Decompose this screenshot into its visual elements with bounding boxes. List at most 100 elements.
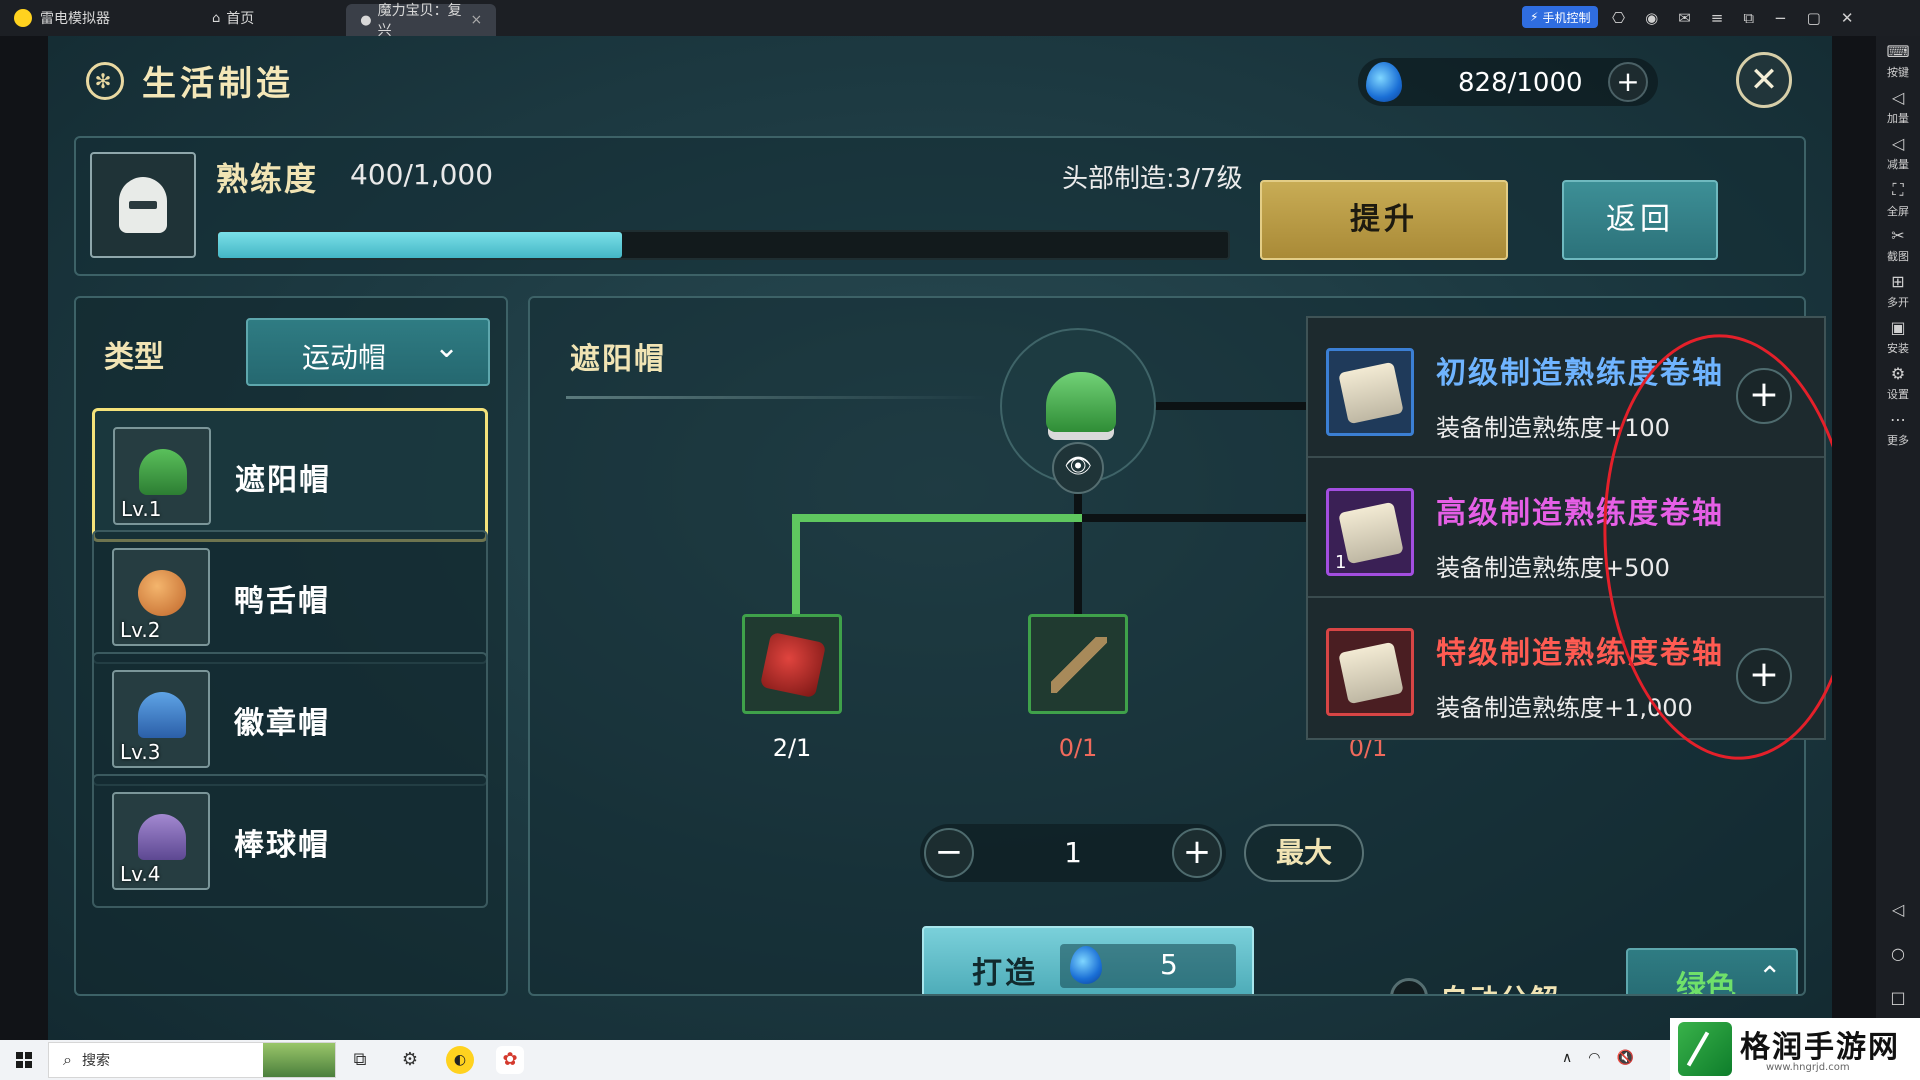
account-icon[interactable]: ◉ (1645, 9, 1658, 27)
item-icon-slot: Lv.4 (112, 792, 210, 890)
type-dropdown[interactable]: 运动帽 ⌄ (246, 318, 490, 386)
sidebar-keyboard[interactable]: ⌨ 按键 (1876, 42, 1920, 80)
ldplayer-logo-icon (14, 9, 32, 27)
ldplayer-taskbar-icon[interactable]: ◐ (446, 1046, 474, 1074)
close-button[interactable]: ✕ (1736, 52, 1792, 108)
watermark: 格润手游网 www.hngrjd.com (1670, 1018, 1920, 1080)
page-title: ✻ 生活制造 (86, 56, 294, 105)
increase-button[interactable]: + (1172, 828, 1222, 878)
sidebar-volume-down[interactable]: ◁ 减量 (1876, 134, 1920, 172)
list-item-sun-visor[interactable]: Lv.1 遮阳帽 (92, 408, 488, 542)
sidebar-label: 加量 (1887, 112, 1909, 125)
add-energy-button[interactable]: + (1608, 62, 1648, 102)
sidebar-screenshot[interactable]: ✂ 截图 (1876, 226, 1920, 264)
gear-icon: ⚙ (1890, 364, 1906, 383)
settings-icon[interactable]: ⚙ (396, 1046, 424, 1074)
quality-dropdown[interactable]: 绿色 ⌃ (1626, 948, 1798, 994)
system-tray: ∧ ◠ 🔇 (1562, 1050, 1634, 1066)
watermark-logo-icon (1678, 1022, 1732, 1076)
material-slot-1[interactable] (742, 614, 842, 714)
sidebar-volume-up[interactable]: ◁ 加量 (1876, 88, 1920, 126)
lightning-icon: ⚡ (1530, 10, 1539, 24)
multi-instance-icon: ⊞ (1891, 272, 1905, 291)
scroll-slot (1326, 628, 1414, 716)
craft-button[interactable]: 打造 5 (922, 926, 1254, 994)
type-dropdown-value: 运动帽 (302, 341, 387, 374)
right-border (1832, 36, 1876, 1040)
android-recents[interactable]: □ (1876, 988, 1920, 1010)
watermark-name: 格润手游网 (1740, 1030, 1900, 1065)
sidebar-label: 全屏 (1887, 205, 1909, 218)
mute-icon[interactable]: 🔇 (1616, 1050, 1633, 1066)
item-name: 徽章帽 (234, 706, 330, 741)
apk-icon: ▣ (1890, 318, 1906, 337)
energy-counter: 828/1000 + (1358, 58, 1658, 106)
gamepad-icon[interactable]: ⎔ (1612, 9, 1625, 27)
tab-game[interactable]: ● 魔力宝贝：复兴 × (346, 3, 497, 39)
proficiency-label: 熟练度 (216, 160, 319, 198)
item-level: Lv.4 (120, 862, 161, 886)
sidebar-settings[interactable]: ⚙ 设置 (1876, 364, 1920, 402)
phone-control-button[interactable]: ⚡ 手机控制 (1522, 6, 1599, 28)
close-tab-icon[interactable]: × (471, 12, 483, 28)
game-icon: ● (360, 12, 372, 28)
search-highlight-image (263, 1043, 335, 1077)
energy-drop-icon (1366, 62, 1402, 102)
helmet-icon (119, 177, 167, 233)
sidebar-install[interactable]: ▣ 安装 (1876, 318, 1920, 356)
eye-icon[interactable]: 👁 (1052, 442, 1104, 494)
windows-start-icon[interactable] (16, 1052, 32, 1068)
sidebar-more[interactable]: ⋯ 更多 (1876, 410, 1920, 448)
game-taskbar-icon[interactable]: ✿ (496, 1046, 524, 1074)
craft-cost: 5 (1060, 944, 1236, 988)
task-view-icon[interactable]: ⧉ (346, 1046, 374, 1074)
minimize-icon[interactable]: − (1774, 9, 1787, 27)
type-label: 类型 (104, 340, 164, 375)
scissors-icon: ✂ (1891, 226, 1905, 245)
chevron-down-icon: ⌄ (434, 330, 460, 365)
item-icon-slot: Lv.2 (112, 548, 210, 646)
craft-label: 打造 (972, 956, 1038, 991)
tab-home[interactable]: ⌂ 首页 (198, 0, 268, 36)
close-window-icon[interactable]: ✕ (1841, 9, 1854, 27)
branch-icon (1051, 637, 1107, 693)
android-home[interactable]: ○ (1876, 944, 1920, 966)
back-button[interactable]: 返回 (1562, 180, 1718, 260)
material-slot-2[interactable] (1028, 614, 1128, 714)
craft-gear-icon: ✻ (86, 61, 124, 100)
list-item-duckbill-cap[interactable]: Lv.2 鸭舌帽 (92, 530, 488, 664)
list-item-badge-cap[interactable]: Lv.3 徽章帽 (92, 652, 488, 786)
titlebar-icons: ⎔ ◉ ✉ ≡ ⧉ − ▢ ✕ (1612, 0, 1853, 36)
restore-window-icon[interactable]: ⧉ (1743, 9, 1754, 27)
sidebar-label: 更多 (1887, 434, 1909, 447)
left-border (0, 36, 48, 1040)
red-ore-icon (759, 631, 827, 699)
taskbar-search[interactable]: ⌕ 搜索 (48, 1042, 336, 1078)
game-screen: ✻ 生活制造 828/1000 + ✕ 熟练度 400/1,000 头部制造:3… (48, 36, 1832, 1040)
connector-line (1074, 494, 1082, 616)
app-name: 雷电模拟器 (40, 11, 110, 27)
tab-home-label: 首页 (226, 11, 255, 27)
menu-icon[interactable]: ≡ (1711, 9, 1724, 27)
maximize-icon[interactable]: ▢ (1807, 9, 1821, 27)
sidebar-multi[interactable]: ⊞ 多开 (1876, 272, 1920, 310)
sidebar-fullscreen[interactable]: ⛶ 全屏 (1876, 180, 1920, 219)
item-level: Lv.2 (120, 618, 161, 642)
android-back[interactable]: ◁ (1876, 900, 1920, 922)
auto-decompose-radio[interactable] (1390, 978, 1428, 994)
upgrade-button[interactable]: 提升 (1260, 180, 1508, 260)
emulator-sidebar: ⌨ 按键 ◁ 加量 ◁ 减量 ⛶ 全屏 ✂ 截图 ⊞ 多开 ▣ 安装 ⚙ 设置 ⋯ 更多 ◁ ○ … (1876, 36, 1920, 1040)
chevron-up-icon: ⌃ (1758, 960, 1782, 993)
max-button[interactable]: 最大 (1244, 824, 1364, 882)
volume-down-icon: ◁ (1891, 134, 1905, 153)
list-item-baseball-cap[interactable]: Lv.4 棒球帽 (92, 774, 488, 908)
item-icon-slot: Lv.3 (112, 670, 210, 768)
mail-icon[interactable]: ✉ (1678, 9, 1691, 27)
network-icon[interactable]: ◠ (1588, 1050, 1600, 1066)
watermark-url: www.hngrjd.com (1766, 1062, 1850, 1073)
decrease-button[interactable]: − (924, 828, 974, 878)
tray-chevron-icon[interactable]: ∧ (1562, 1050, 1572, 1066)
visor-hat-icon (1046, 372, 1116, 432)
windows-taskbar: ⌕ 搜索 ⧉ ⚙ ◐ ✿ ∧ ◠ 🔇 (0, 1040, 1920, 1080)
title-divider (566, 396, 986, 399)
